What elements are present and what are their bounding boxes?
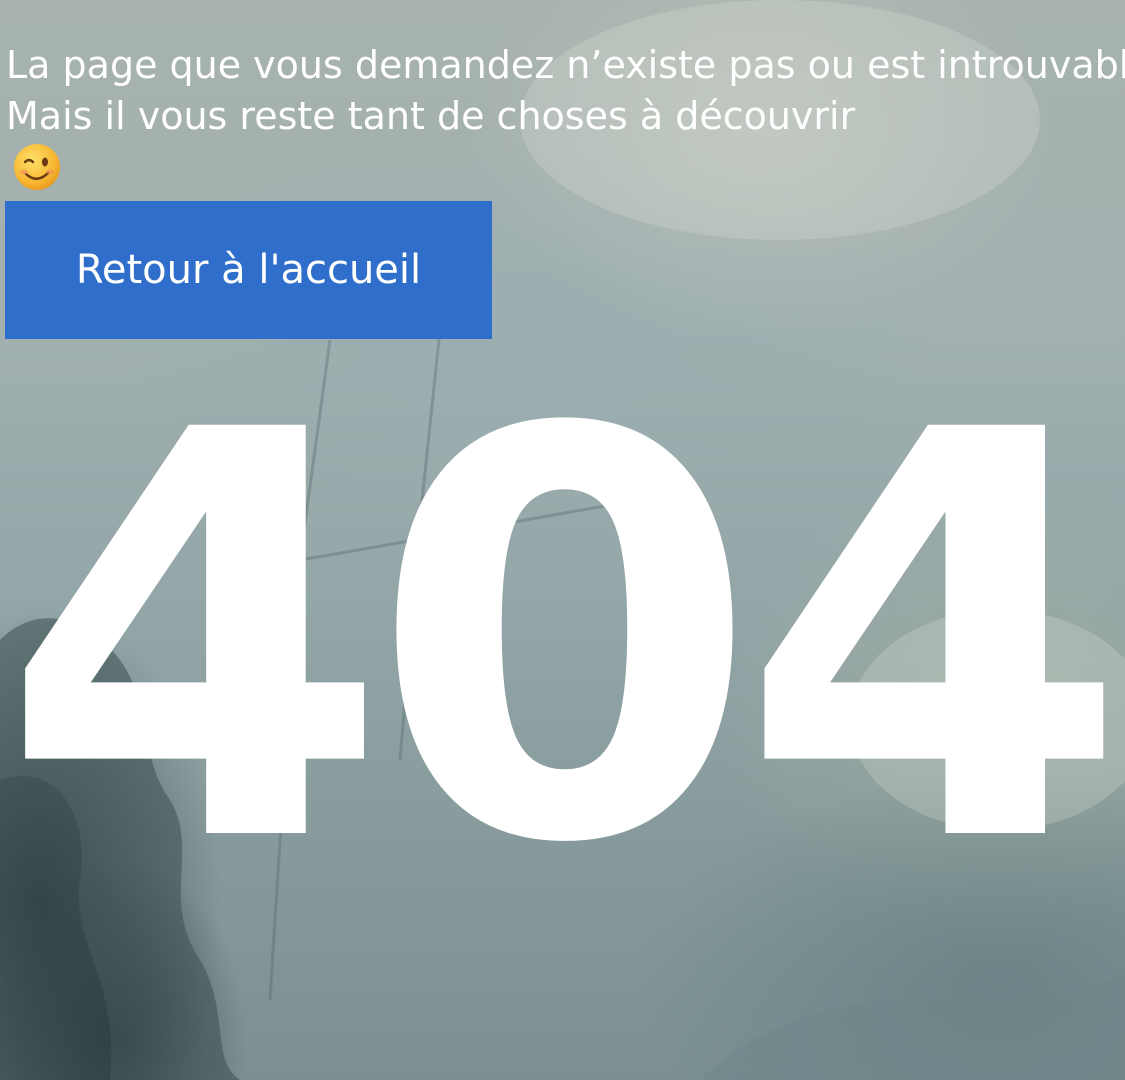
error-message-line-2-text: Mais il vous reste tant de choses à déco… [6,94,856,138]
error-code: 404 [0,314,1125,966]
error-message-line-1: La page que vous demandez n’existe pas o… [6,43,1125,87]
winking-face-icon [12,142,1125,205]
error-message: La page que vous demandez n’existe pas o… [6,40,1125,205]
error-message-line-2: Mais il vous reste tant de choses à déco… [6,91,1125,205]
